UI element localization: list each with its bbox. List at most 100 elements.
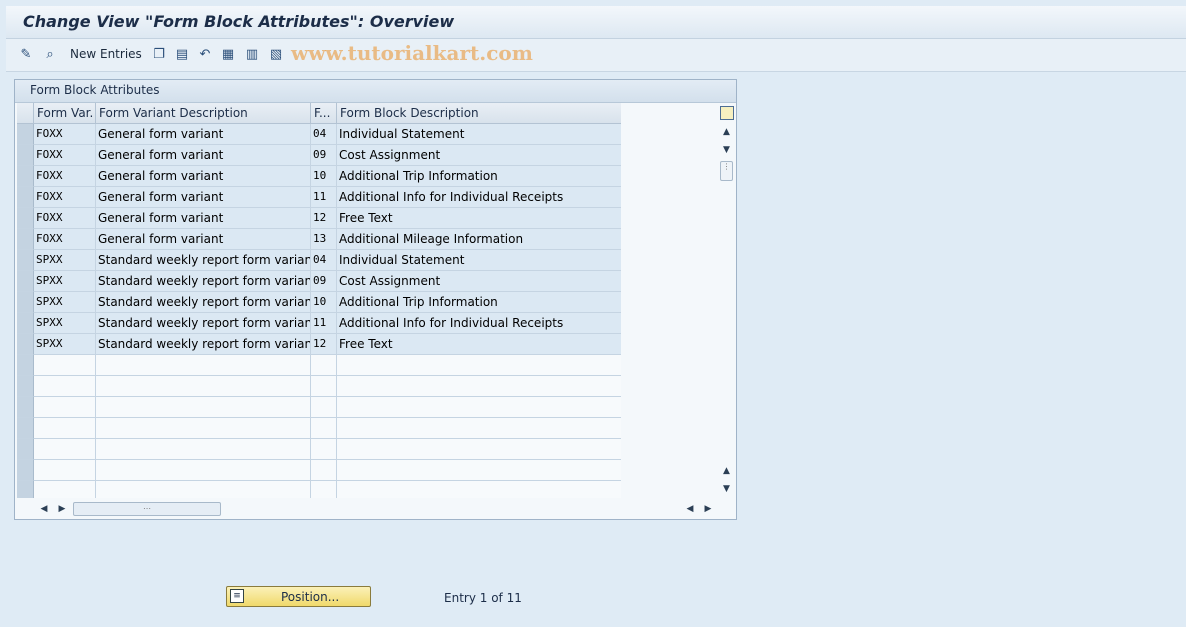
row-selector[interactable] xyxy=(17,145,34,166)
table-row[interactable]: FOXX General form variant 12 Free Text xyxy=(17,208,621,229)
select-all-icon[interactable]: ▦ xyxy=(220,46,236,62)
column-header-form-variant-description[interactable]: Form Variant Description xyxy=(96,103,311,124)
cell-form-block-description[interactable] xyxy=(337,460,621,481)
cell-form-block-description: Additional Mileage Information xyxy=(337,229,621,250)
cell-form-block-description[interactable] xyxy=(337,355,621,376)
table-row[interactable]: FOXX General form variant 13 Additional Mil… xyxy=(17,229,621,250)
cell-form-block-description[interactable] xyxy=(337,418,621,439)
row-selector[interactable] xyxy=(17,355,34,376)
copy-icon[interactable]: ❐ xyxy=(151,46,167,62)
column-header-form-var[interactable]: Form Var. xyxy=(34,103,96,124)
cell-form-var[interactable] xyxy=(34,355,96,376)
empty-table-row[interactable] xyxy=(17,439,621,460)
cell-form-block[interactable] xyxy=(311,418,337,439)
row-selector[interactable] xyxy=(17,334,34,355)
row-selector[interactable] xyxy=(17,250,34,271)
cell-form-block-description[interactable] xyxy=(337,481,621,498)
row-selector[interactable] xyxy=(17,292,34,313)
scroll-left-icon[interactable]: ◀ xyxy=(37,502,51,516)
cell-form-block: 04 xyxy=(311,124,337,145)
cell-form-var[interactable] xyxy=(34,481,96,498)
table-row[interactable]: SPXX Standard weekly report form variant 0… xyxy=(17,271,621,292)
row-selector[interactable] xyxy=(17,271,34,292)
row-selector[interactable] xyxy=(17,187,34,208)
cell-form-var[interactable] xyxy=(34,376,96,397)
table-row[interactable]: SPXX Standard weekly report form variant 1… xyxy=(17,292,621,313)
cell-form-var[interactable] xyxy=(34,418,96,439)
cell-form-block[interactable] xyxy=(311,439,337,460)
column-header-form-block-description[interactable]: Form Block Description xyxy=(337,103,621,124)
table-row[interactable]: SPXX Standard weekly report form variant 0… xyxy=(17,250,621,271)
panel-header: Form Block Attributes xyxy=(15,80,736,103)
cell-form-variant-description[interactable] xyxy=(96,397,311,418)
column-settings-icon[interactable] xyxy=(720,106,734,120)
horizontal-scroll-thumb[interactable]: ⋯ xyxy=(73,502,221,516)
cell-form-block[interactable] xyxy=(311,355,337,376)
table-row[interactable]: FOXX General form variant 10 Additional Tri… xyxy=(17,166,621,187)
row-selector[interactable] xyxy=(17,166,34,187)
row-selector[interactable] xyxy=(17,460,34,481)
cell-form-var[interactable] xyxy=(34,439,96,460)
page-title: Change View "Form Block Attributes": Ove… xyxy=(23,12,455,31)
scroll-page-down-icon[interactable]: ▼ xyxy=(720,482,733,496)
cell-form-var: FOXX xyxy=(34,229,96,250)
cell-form-variant-description: Standard weekly report form variant xyxy=(96,250,311,271)
table-row[interactable]: SPXX Standard weekly report form variant 1… xyxy=(17,313,621,334)
empty-table-row[interactable] xyxy=(17,355,621,376)
row-selector[interactable] xyxy=(17,376,34,397)
position-button[interactable]: ≡ Position... xyxy=(226,586,371,607)
display-change-icon[interactable]: ✎ xyxy=(18,46,34,62)
row-selector[interactable] xyxy=(17,229,34,250)
row-selector[interactable] xyxy=(17,418,34,439)
scroll-far-left-icon[interactable]: ◀ xyxy=(683,502,697,516)
empty-table-row[interactable] xyxy=(17,376,621,397)
cell-form-variant-description[interactable] xyxy=(96,439,311,460)
vertical-scrollbar[interactable]: ▲ ▼ ⋮ ▲ ▼ xyxy=(718,103,735,500)
table-row[interactable]: FOXX General form variant 04 Individual Sta… xyxy=(17,124,621,145)
new-entries-button[interactable]: New Entries xyxy=(70,47,142,61)
cell-form-variant-description[interactable] xyxy=(96,355,311,376)
delete-icon[interactable]: ▤ xyxy=(174,46,190,62)
cell-form-block[interactable] xyxy=(311,481,337,498)
cell-form-var[interactable] xyxy=(34,460,96,481)
empty-table-row[interactable] xyxy=(17,418,621,439)
empty-table-row[interactable] xyxy=(17,397,621,418)
cell-form-block-description[interactable] xyxy=(337,397,621,418)
cell-form-block[interactable] xyxy=(311,376,337,397)
empty-table-row[interactable] xyxy=(17,460,621,481)
entry-counter: Entry 1 of 11 xyxy=(444,591,522,605)
scroll-far-right-icon[interactable]: ▶ xyxy=(701,502,715,516)
row-selector[interactable] xyxy=(17,208,34,229)
column-header-form-block[interactable]: F... xyxy=(311,103,337,124)
row-selector[interactable] xyxy=(17,313,34,334)
row-selector[interactable] xyxy=(17,397,34,418)
cell-form-block[interactable] xyxy=(311,460,337,481)
cell-form-block-description[interactable] xyxy=(337,376,621,397)
cell-form-variant-description[interactable] xyxy=(96,460,311,481)
scroll-page-up-icon[interactable]: ▲ xyxy=(720,464,733,478)
row-selector[interactable] xyxy=(17,439,34,460)
cell-form-variant-description[interactable] xyxy=(96,481,311,498)
table-row[interactable]: FOXX General form variant 09 Cost Assignmen… xyxy=(17,145,621,166)
deselect-all-icon[interactable]: ▧ xyxy=(268,46,284,62)
cell-form-block-description[interactable] xyxy=(337,439,621,460)
undo-change-icon[interactable]: ↶ xyxy=(197,46,213,62)
row-selector[interactable] xyxy=(17,124,34,145)
table-row[interactable]: FOXX General form variant 11 Additional Inf… xyxy=(17,187,621,208)
cell-form-variant-description[interactable] xyxy=(96,376,311,397)
table-row[interactable]: SPXX Standard weekly report form variant 1… xyxy=(17,334,621,355)
vertical-scroll-thumb[interactable]: ⋮ xyxy=(720,161,733,181)
cell-form-var[interactable] xyxy=(34,397,96,418)
scroll-right-icon[interactable]: ▶ xyxy=(55,502,69,516)
cell-form-variant-description[interactable] xyxy=(96,418,311,439)
select-all-header[interactable] xyxy=(17,103,34,124)
select-block-icon[interactable]: ▥ xyxy=(244,46,260,62)
row-selector[interactable] xyxy=(17,481,34,498)
other-view-icon[interactable]: ⌕ xyxy=(42,46,58,62)
scroll-down-icon[interactable]: ▼ xyxy=(720,143,733,157)
empty-table-row[interactable] xyxy=(17,481,621,498)
horizontal-scrollbar[interactable]: ◀ ▶ ⋯ ◀ ▶ xyxy=(17,501,735,517)
scroll-up-icon[interactable]: ▲ xyxy=(720,125,733,139)
cell-form-block[interactable] xyxy=(311,397,337,418)
cell-form-block-description: Cost Assignment xyxy=(337,145,621,166)
